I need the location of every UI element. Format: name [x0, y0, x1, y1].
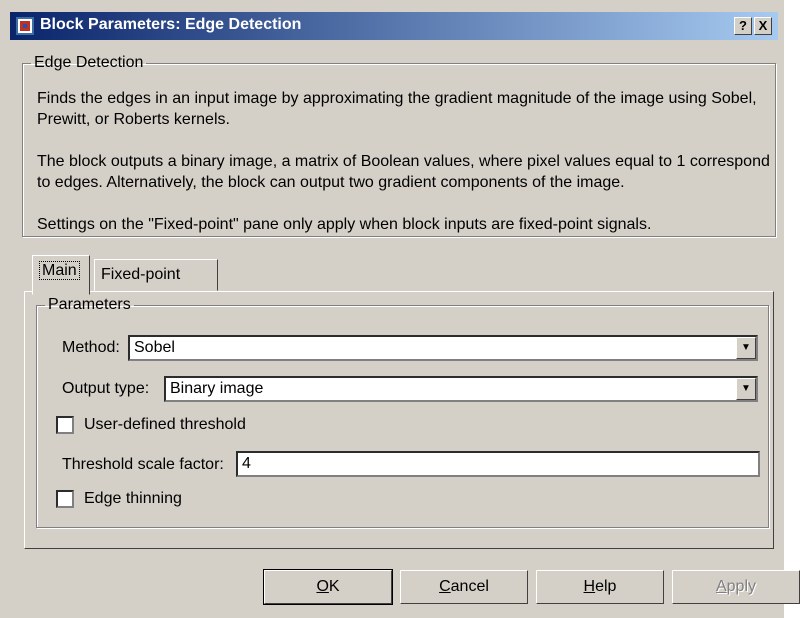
ok-button[interactable]: OK — [263, 569, 393, 605]
apply-mnemonic: A — [715, 578, 727, 595]
tab-main-label: Main — [39, 261, 80, 280]
title-bar[interactable]: Block Parameters: Edge Detection ? X — [10, 12, 778, 40]
help-title-button[interactable]: ? — [734, 17, 752, 35]
simulink-block-icon — [16, 17, 34, 35]
method-dropdown[interactable]: Sobel ▼ — [128, 335, 758, 361]
chevron-down-icon[interactable]: ▼ — [736, 337, 756, 359]
method-label: Method: — [62, 339, 120, 356]
dialog-window: Block Parameters: Edge Detection ? X Edg… — [0, 0, 800, 618]
chevron-down-icon[interactable]: ▼ — [736, 378, 756, 400]
output-type-value: Binary image — [170, 380, 264, 397]
cancel-mnemonic: C — [439, 578, 451, 595]
threshold-scale-factor-input[interactable]: 4 — [236, 451, 760, 477]
help-mnemonic: H — [583, 578, 596, 595]
description-group: Edge Detection — [22, 54, 776, 237]
threshold-scale-factor-label: Threshold scale factor: — [62, 456, 224, 473]
method-value: Sobel — [134, 339, 175, 356]
parameters-group-label: Parameters — [48, 296, 131, 313]
description-paragraph-3: Settings on the "Fixed-point" pane only … — [37, 216, 652, 233]
user-defined-threshold-label: User-defined threshold — [84, 416, 246, 433]
apply-button[interactable]: Apply — [672, 570, 800, 604]
help-label-rest: elp — [595, 578, 617, 595]
help-button[interactable]: Help — [536, 570, 664, 604]
close-button[interactable]: X — [754, 17, 772, 35]
tab-main[interactable]: Main — [32, 255, 90, 295]
cancel-label-rest: ancel — [450, 578, 489, 595]
threshold-scale-factor-value: 4 — [242, 455, 251, 472]
output-type-dropdown[interactable]: Binary image ▼ — [164, 376, 758, 402]
description-paragraph-1: Finds the edges in an input image by app… — [37, 90, 757, 128]
apply-label-rest: pply — [726, 578, 757, 595]
tab-fixed-point[interactable]: Fixed-point — [94, 259, 218, 291]
ok-label-rest: K — [328, 578, 340, 595]
output-type-label: Output type: — [62, 380, 150, 397]
description-paragraph-2: The block outputs a binary image, a matr… — [37, 153, 770, 191]
user-defined-threshold-checkbox[interactable] — [56, 416, 74, 434]
cancel-button[interactable]: Cancel — [400, 570, 528, 604]
description-group-label: Edge Detection — [34, 54, 144, 71]
tab-fixed-point-label: Fixed-point — [101, 266, 181, 283]
edge-thinning-label: Edge thinning — [84, 490, 182, 507]
edge-thinning-checkbox[interactable] — [56, 490, 74, 508]
ok-mnemonic: O — [316, 578, 329, 595]
window-title: Block Parameters: Edge Detection — [40, 16, 302, 33]
